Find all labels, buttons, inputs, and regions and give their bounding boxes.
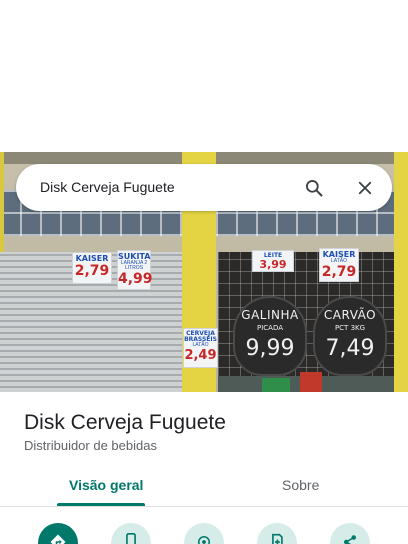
search-bar[interactable]: Disk Cerveja Fuguete: [16, 164, 392, 211]
save-icon: [269, 533, 285, 544]
tab-divider: [0, 506, 408, 507]
chalkboard-sign: CARVÃO PCT 3KG 7,49: [313, 296, 387, 376]
location-button[interactable]: [184, 523, 224, 544]
green-crate: [262, 378, 290, 392]
share-icon: [341, 533, 359, 544]
price-sign-price: 2,79: [74, 263, 110, 279]
chalkboard-title: CARVÃO: [323, 308, 377, 322]
chalkboard-sign: GALINHA PICADA 9,99: [233, 296, 307, 376]
chalkboard-subtitle: PICADA: [256, 324, 284, 332]
price-sign: KAISER LATÃO 2,79: [319, 248, 359, 282]
tab-overview[interactable]: Visão geral: [69, 477, 143, 493]
call-button[interactable]: [111, 523, 151, 544]
chalkboard-title: GALINHA: [241, 308, 299, 322]
location-icon: [195, 533, 213, 544]
price-sign: CERVEJA BRASSEIS LATÃO 2,49: [183, 328, 218, 368]
directions-icon: [49, 533, 67, 544]
chalkboard-price: 7,49: [325, 336, 375, 361]
close-icon[interactable]: [352, 175, 378, 201]
place-title: Disk Cerveja Fuguete: [24, 411, 226, 434]
save-button[interactable]: [257, 523, 297, 544]
price-sign-price: 4,99: [118, 271, 153, 287]
chalkboard-price: 9,99: [245, 336, 295, 361]
price-sign-price: 2,49: [184, 348, 217, 363]
search-icon[interactable]: [301, 175, 327, 201]
red-cooler: [300, 372, 322, 392]
directions-button[interactable]: [38, 523, 78, 544]
price-sign-price: 2,79: [321, 264, 357, 280]
price-sign: LEITE 3,99: [252, 250, 294, 272]
share-button[interactable]: [330, 523, 370, 544]
tab-about[interactable]: Sobre: [282, 477, 319, 493]
price-sign-title: KAISER: [75, 254, 109, 263]
search-query[interactable]: Disk Cerveja Fuguete: [40, 179, 175, 195]
price-sign-price: 3,99: [259, 258, 287, 271]
price-sign-title: CERVEJA BRASSEIS: [184, 330, 217, 343]
price-sign: SUKITA LARANJA 2 LITROS 4,99: [117, 250, 153, 290]
place-category: Distribuidor de bebidas: [24, 438, 157, 453]
chalkboard-subtitle: PCT 3KG: [334, 324, 366, 332]
price-sign: KAISER 2,79: [72, 252, 112, 284]
place-page: KAISER 2,79 SUKITA LARANJA 2 LITROS 4,99…: [0, 0, 408, 544]
phone-icon: [123, 533, 139, 544]
price-sign-subtitle: LARANJA 2 LITROS: [120, 260, 148, 271]
storefront-pillar: [394, 152, 408, 392]
